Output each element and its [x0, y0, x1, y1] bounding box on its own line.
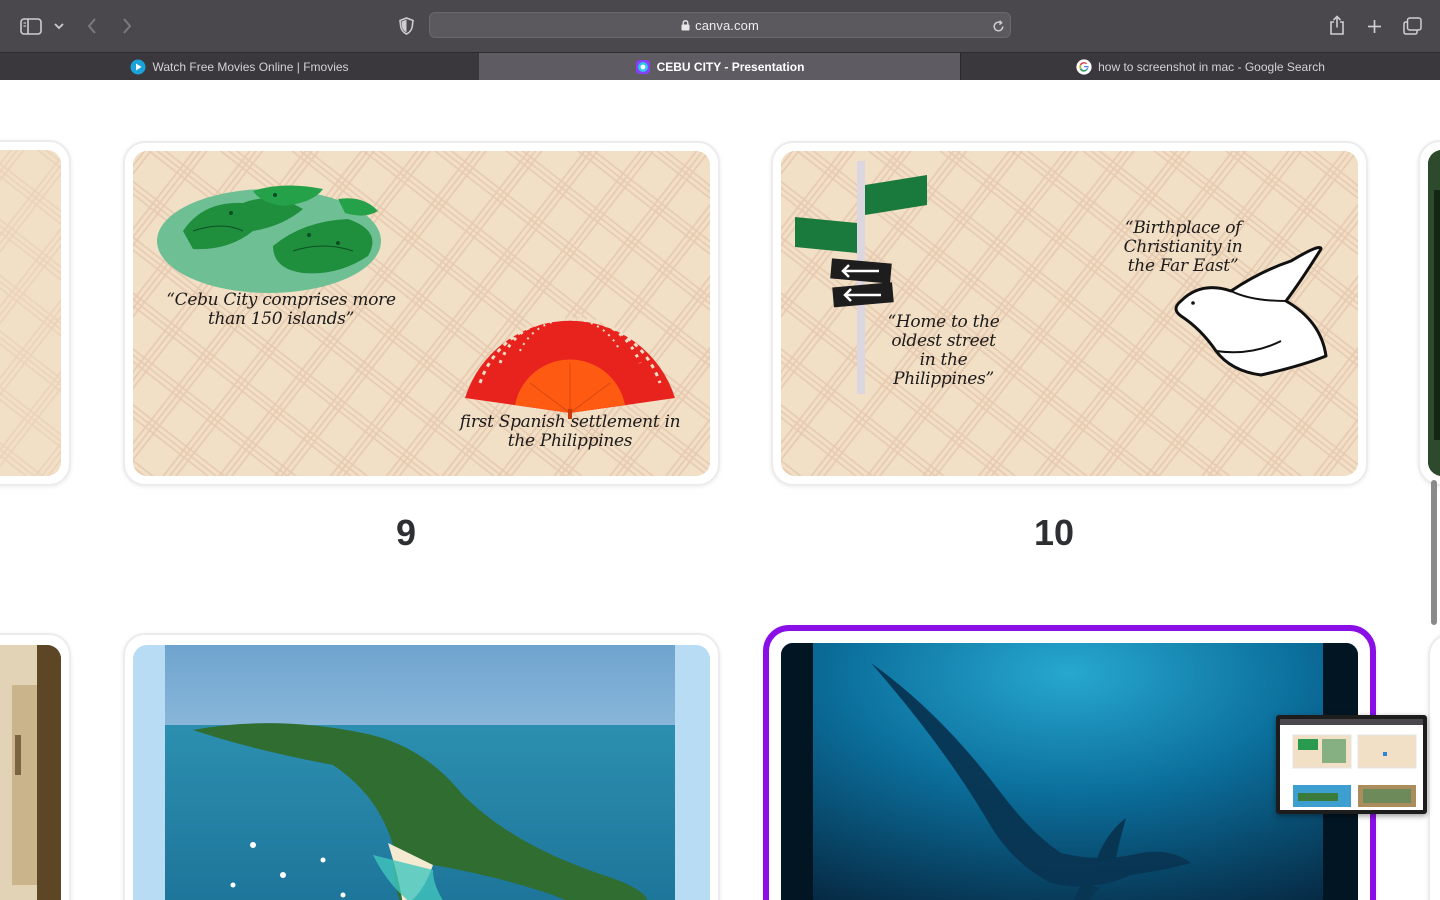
- chevron-down-icon: [54, 22, 64, 29]
- vertical-scrollbar[interactable]: [1431, 480, 1437, 625]
- tab-google-search[interactable]: how to screenshot in mac - Google Search: [960, 53, 1440, 80]
- url-text: canva.com: [695, 18, 759, 33]
- slide-thumbnail: [0, 645, 61, 900]
- slide-card-8-partial[interactable]: [0, 140, 71, 486]
- slide-card-partial-row2[interactable]: [0, 633, 71, 900]
- privacy-report-button[interactable]: [396, 15, 416, 37]
- thresher-shark-photo: [781, 643, 1358, 900]
- slide-card-11-partial[interactable]: [1418, 140, 1440, 486]
- caption-birthplace-christianity: “Birthplace of Christianity in the Far E…: [1123, 218, 1243, 276]
- caption-spanish-settlement: first Spanish settlement in the Philippi…: [459, 412, 681, 451]
- slide-card-partial-row2-right[interactable]: [1428, 633, 1440, 900]
- tab-title: CEBU CITY - Presentation: [656, 59, 805, 74]
- forest-photo: [1428, 150, 1440, 476]
- slide-number-10: 10: [1033, 512, 1075, 553]
- tab-overview-icon: [1402, 17, 1422, 35]
- canva-icon: [635, 59, 650, 74]
- shark-slide-canvas: [781, 643, 1358, 900]
- lock-icon: [681, 20, 690, 31]
- slide-card-island[interactable]: [123, 633, 720, 900]
- forward-button[interactable]: [117, 14, 137, 38]
- fmovies-play-icon: [130, 59, 146, 74]
- slide-10-art: [781, 151, 1358, 476]
- screenshot-preview-thumbnail[interactable]: [1276, 715, 1427, 814]
- slide-9-canvas: “Cebu City comprises more than 150 islan…: [133, 151, 710, 476]
- island-slide-canvas: [133, 645, 710, 900]
- heritage-photo: [0, 645, 61, 900]
- tab-title: how to screenshot in mac - Google Search: [1098, 59, 1325, 74]
- slide-thumbnail: [0, 150, 61, 476]
- caption-150-islands: “Cebu City comprises more than 150 islan…: [166, 290, 396, 329]
- island-aerial-photo: [165, 645, 675, 900]
- sidebar-menu-button[interactable]: [52, 19, 66, 33]
- tab-title: Watch Free Movies Online | Fmovies: [152, 59, 349, 74]
- back-arrow-icon: [87, 18, 96, 34]
- address-bar[interactable]: canva.com: [429, 12, 1011, 38]
- share-button[interactable]: [1327, 13, 1347, 37]
- new-tab-button[interactable]: [1364, 15, 1384, 37]
- forward-arrow-icon: [123, 18, 132, 34]
- slide-number-9: 9: [395, 512, 417, 553]
- slide-card-9[interactable]: “Cebu City comprises more than 150 islan…: [123, 141, 720, 486]
- new-tab-plus-icon: [1367, 19, 1381, 33]
- tab-bar: Watch Free Movies Online | Fmovies CEBU …: [0, 52, 1440, 80]
- pattern-background: [0, 150, 61, 476]
- slide-thumbnail: [1428, 150, 1440, 476]
- sidebar-icon: [20, 17, 42, 35]
- share-icon: [1330, 15, 1344, 35]
- back-button[interactable]: [82, 14, 102, 38]
- reload-button[interactable]: [990, 18, 1006, 34]
- slide-grid-view: “Cebu City comprises more than 150 islan…: [0, 80, 1440, 900]
- tab-fmovies[interactable]: Watch Free Movies Online | Fmovies: [0, 53, 479, 80]
- slide-10-canvas: “Home to the oldest street in the Philip…: [781, 151, 1358, 476]
- google-g-icon: [1076, 58, 1092, 75]
- slide-card-10[interactable]: “Home to the oldest street in the Philip…: [771, 141, 1368, 486]
- privacy-shield-icon: [398, 17, 414, 35]
- reload-icon: [992, 19, 1004, 31]
- tab-overview-button[interactable]: [1401, 15, 1423, 37]
- browser-toolbar: canva.com: [0, 0, 1440, 52]
- screenshot-preview-image: [1280, 719, 1423, 810]
- tab-canva-presentation[interactable]: CEBU CITY - Presentation: [479, 53, 960, 80]
- caption-oldest-street: “Home to the oldest street in the Philip…: [887, 312, 1000, 389]
- sidebar-toggle-button[interactable]: [19, 16, 43, 36]
